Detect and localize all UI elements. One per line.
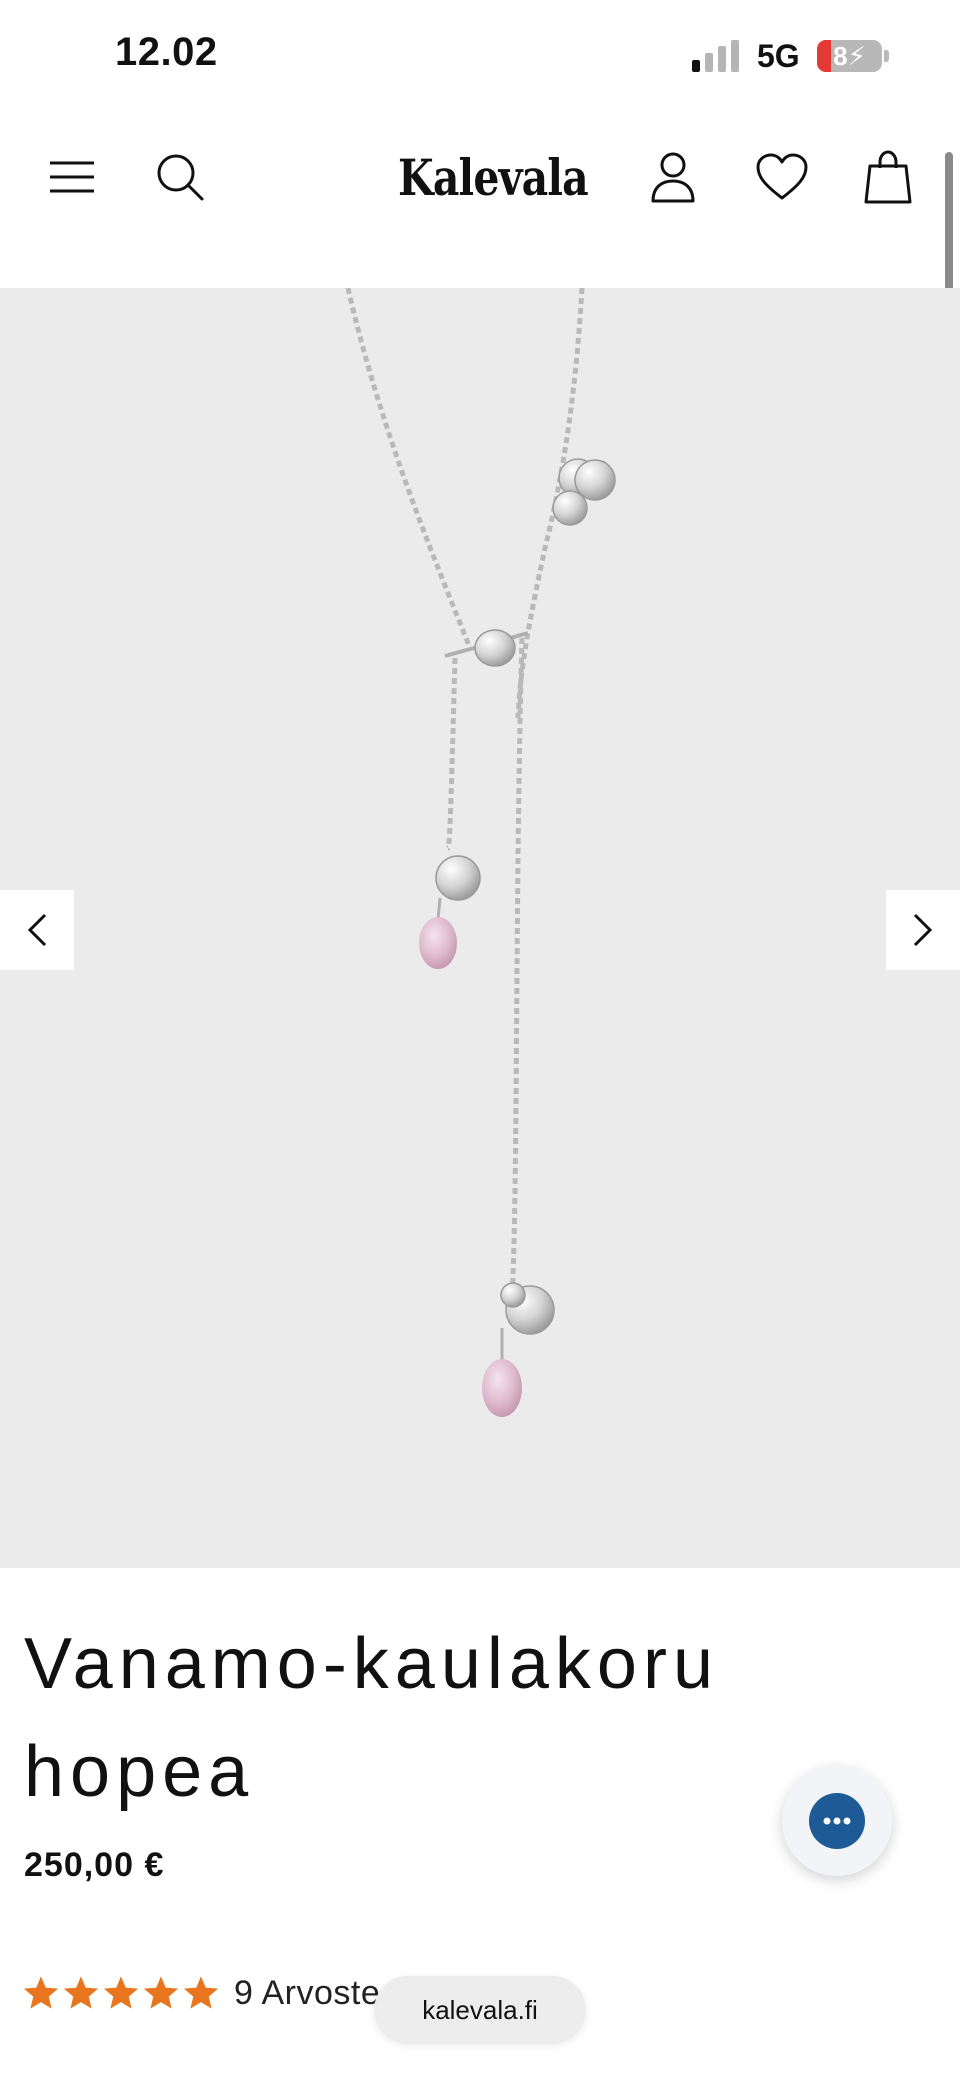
site-header: Kalevala — [0, 110, 960, 288]
menu-icon — [50, 161, 94, 193]
search-icon — [157, 154, 204, 201]
status-bar: 12.02 5G 8⚡ — [0, 0, 960, 110]
signal-icon — [692, 40, 739, 72]
rating-stars — [22, 1974, 222, 2012]
chat-icon — [809, 1793, 865, 1849]
account-button[interactable] — [643, 147, 703, 207]
product-rating[interactable]: 9 Arvoste — [22, 1973, 380, 2013]
status-time: 12.02 — [115, 30, 218, 74]
chevron-right-icon — [913, 913, 933, 947]
product-title: Vanamo-kaulakoru hopea — [24, 1610, 724, 1826]
star-icon — [183, 1976, 219, 2009]
product-gallery[interactable] — [0, 288, 960, 1568]
brand-logo[interactable]: Kalevala — [398, 148, 589, 207]
cart-button[interactable] — [858, 147, 918, 207]
search-button[interactable] — [150, 147, 210, 207]
heart-icon — [756, 153, 808, 200]
product-price: 250,00 € — [24, 1846, 165, 1884]
wishlist-button[interactable] — [752, 147, 812, 207]
product-title-line1: Vanamo-kaulakoru — [24, 1624, 719, 1704]
product-image-necklace — [345, 288, 616, 1417]
star-icon — [23, 1976, 59, 2009]
star-icon — [143, 1976, 179, 2009]
chat-button[interactable] — [782, 1766, 892, 1876]
browser-url-bar[interactable]: kalevala.fi — [374, 1976, 586, 2044]
menu-button[interactable] — [42, 147, 102, 207]
url-text: kalevala.fi — [422, 1994, 538, 2025]
review-count-link[interactable]: 9 Arvoste — [234, 1974, 380, 2013]
star-icon — [63, 1976, 99, 2009]
gallery-next-button[interactable] — [886, 890, 960, 970]
chevron-left-icon — [27, 913, 47, 947]
network-label: 5G — [757, 38, 800, 74]
gallery-prev-button[interactable] — [0, 890, 74, 970]
bag-icon — [864, 150, 912, 204]
star-icon — [103, 1976, 139, 2009]
product-title-line2: hopea — [24, 1732, 255, 1812]
battery-icon: 8⚡ — [817, 40, 882, 72]
battery-nub — [884, 50, 889, 62]
user-icon — [651, 152, 695, 203]
battery-level: 8 — [833, 41, 848, 71]
